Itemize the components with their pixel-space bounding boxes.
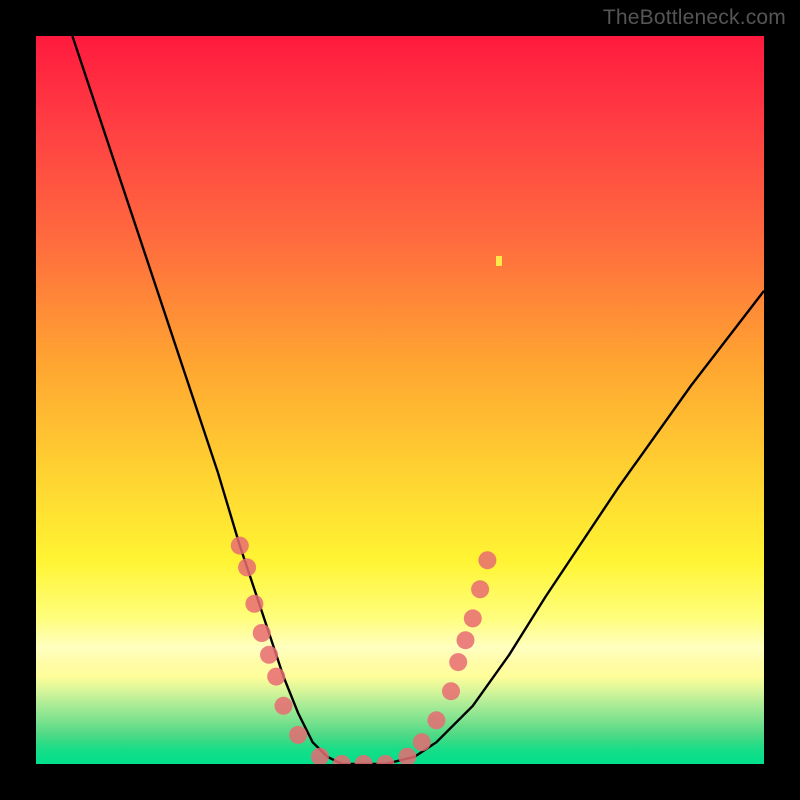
dot [253,624,271,642]
dot [231,537,249,555]
chart-frame: TheBottleneck.com [0,0,800,800]
dot [245,595,263,613]
dot [457,631,475,649]
plot-area [36,36,764,764]
dot [355,755,373,764]
dot [260,646,278,664]
dot [398,748,416,764]
dot [442,682,460,700]
dot [413,733,431,751]
dot [478,551,496,569]
dot [275,697,293,715]
dot [376,755,394,764]
dot [471,580,489,598]
marker-tick [496,256,502,266]
dot [333,755,351,764]
dot [289,726,307,744]
dot [267,668,285,686]
chart-svg [36,36,764,764]
dot [449,653,467,671]
bottleneck-curve [72,36,764,764]
watermark-text: TheBottleneck.com [603,6,786,30]
dot [311,748,329,764]
dot [238,558,256,576]
highlight-dots [231,537,497,764]
dot [464,609,482,627]
dot [427,711,445,729]
